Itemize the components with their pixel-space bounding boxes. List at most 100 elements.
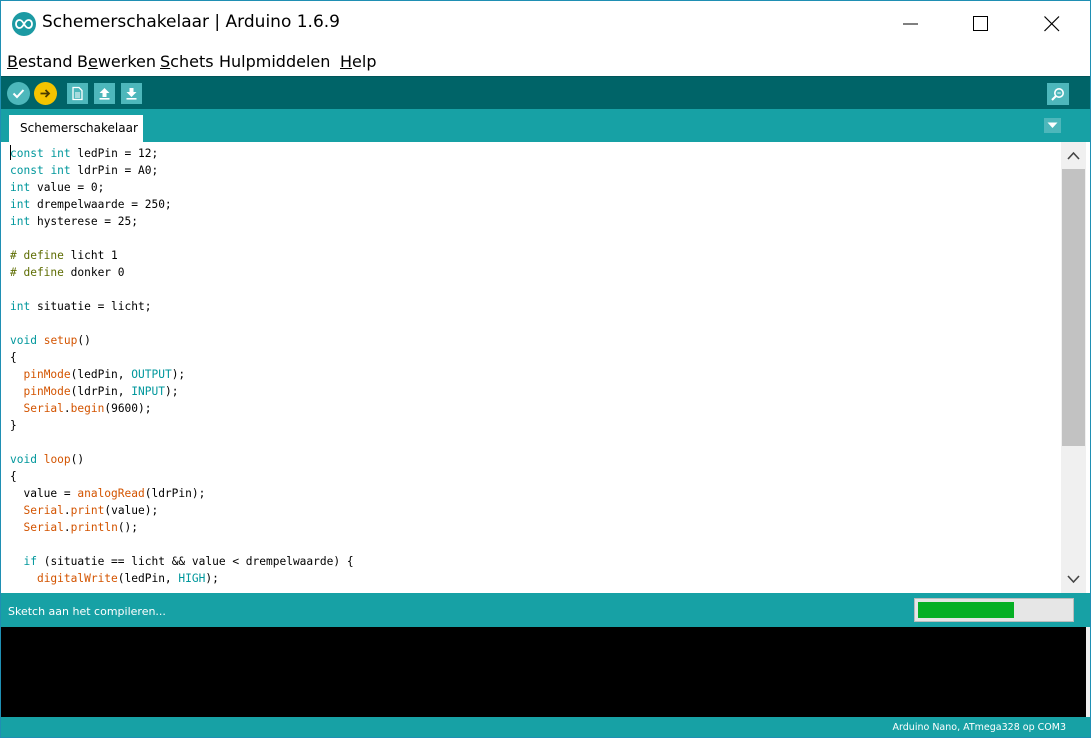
code-token: &&	[171, 555, 186, 568]
code-token: pinMode	[23, 385, 71, 398]
code-token: int	[10, 181, 31, 194]
code-line: void loop()	[10, 451, 84, 468]
close-button[interactable]	[1028, 1, 1074, 46]
code-token: const	[10, 164, 44, 177]
verify-button[interactable]	[7, 82, 30, 105]
upload-button[interactable]	[34, 82, 57, 105]
code-token: value < drempelwaarde) {	[185, 555, 354, 568]
code-token: Serial	[23, 402, 64, 415]
scroll-thumb[interactable]	[1062, 169, 1085, 446]
text-caret	[10, 145, 11, 160]
code-line: digitalWrite(ledPin, HIGH);	[10, 570, 219, 587]
console-output[interactable]	[1, 627, 1086, 717]
code-editor[interactable]: const int ledPin = 12; const int ldrPin =…	[1, 142, 1061, 593]
code-token: setup	[43, 334, 78, 347]
tab-menu-button[interactable]	[1044, 118, 1061, 133]
code-line: Serial.print(value);	[10, 502, 158, 519]
code-line: # define licht 1	[10, 247, 118, 264]
tab-schemerschakelaar[interactable]: Schemerschakelaar	[9, 115, 143, 142]
menu-label: Help	[340, 52, 377, 71]
menu-label: Bewerken	[77, 52, 157, 71]
toolbar	[1, 76, 1090, 109]
code-token: (situatie == licht	[36, 555, 172, 568]
code-token: int	[10, 300, 31, 313]
new-sketch-button[interactable]	[67, 83, 88, 104]
menu-bewerken[interactable]: Bewerken	[77, 52, 156, 71]
open-icon	[99, 88, 110, 100]
code-line: {	[10, 349, 17, 366]
serial-monitor-button[interactable]	[1047, 83, 1069, 105]
code-token: );	[171, 368, 186, 381]
code-token: println	[70, 521, 118, 534]
tab-menu-icon	[1047, 122, 1058, 128]
code-token: (9600);	[104, 402, 152, 415]
code-line: int value = 0;	[10, 179, 104, 196]
code-token: const	[10, 147, 44, 160]
code-token: donker 0	[63, 266, 125, 279]
code-token: int	[50, 147, 71, 160]
code-token: Serial	[23, 504, 64, 517]
code-line: Serial.println();	[10, 519, 138, 536]
menu-help[interactable]: Help	[340, 52, 376, 71]
scroll-up-button[interactable]	[1061, 142, 1086, 169]
upload-icon	[40, 89, 51, 98]
menu-schets[interactable]: Schets	[160, 52, 214, 71]
code-line: # define donker 0	[10, 264, 125, 281]
minimize-button[interactable]	[887, 1, 933, 46]
close-icon	[1044, 16, 1060, 32]
code-line: value = analogRead(ldrPin);	[10, 485, 205, 502]
menu-hulpmiddelen[interactable]: Hulpmiddelen	[219, 52, 330, 71]
code-token: (ldrPin,	[70, 385, 132, 398]
code-line: }	[10, 417, 17, 434]
code-line: pinMode(ldrPin, INPUT);	[10, 383, 178, 400]
code-token: HIGH	[178, 572, 206, 585]
code-line: pinMode(ledPin, OUTPUT);	[10, 366, 185, 383]
new-icon	[72, 86, 83, 101]
compile-progress-bar	[914, 598, 1074, 622]
code-token: OUTPUT	[131, 368, 172, 381]
tab-strip: Schemerschakelaar	[1, 109, 1090, 142]
code-line: const int ledPin = 12;	[10, 145, 158, 162]
code-token: void	[10, 453, 37, 466]
code-token: # define	[10, 266, 64, 279]
editor-scrollbar[interactable]	[1061, 142, 1086, 593]
board-port-info: Arduino Nano, ATmega328 op COM3	[892, 722, 1066, 733]
code-token: }	[10, 419, 17, 432]
code-line: void setup()	[10, 332, 91, 349]
maximize-button[interactable]	[957, 1, 1003, 46]
code-token: if	[23, 555, 37, 568]
scroll-down-button[interactable]	[1061, 566, 1086, 593]
arduino-infinity-icon	[12, 12, 36, 36]
chevron-down-icon	[1067, 575, 1080, 584]
code-line: int situatie = licht;	[10, 298, 151, 315]
code-token: {	[10, 470, 17, 483]
code-token: int	[50, 164, 71, 177]
save-sketch-button[interactable]	[121, 83, 142, 104]
code-token: situatie = licht;	[30, 300, 152, 313]
code-token: ();	[117, 521, 139, 534]
chevron-up-icon	[1067, 151, 1080, 160]
code-token: print	[70, 504, 105, 517]
code-token: (ledPin,	[70, 368, 132, 381]
menu-label: Bestand	[7, 52, 73, 71]
code-token: value = 0;	[30, 181, 105, 194]
code-token: digitalWrite	[36, 572, 118, 585]
menu-bestand[interactable]: Bestand	[7, 52, 73, 71]
arduino-ide-window: Schemerschakelaar | Arduino 1.6.9 Bestan…	[0, 0, 1091, 738]
footer-bar: Arduino Nano, ATmega328 op COM3	[1, 717, 1090, 737]
code-token: ()	[70, 453, 85, 466]
menu-label: Hulpmiddelen	[219, 52, 331, 71]
code-token: ()	[77, 334, 91, 347]
title-bar[interactable]: Schemerschakelaar | Arduino 1.6.9	[1, 1, 1090, 46]
menu-bar: Bestand Bewerken Schets Hulpmiddelen Hel…	[1, 46, 1090, 76]
open-sketch-button[interactable]	[94, 83, 115, 104]
code-token: .	[63, 402, 71, 415]
console-scrollbar[interactable]	[1086, 627, 1090, 717]
progress-fill	[918, 602, 1014, 618]
maximize-icon	[973, 16, 988, 31]
code-line: int drempelwaarde = 250;	[10, 196, 172, 213]
